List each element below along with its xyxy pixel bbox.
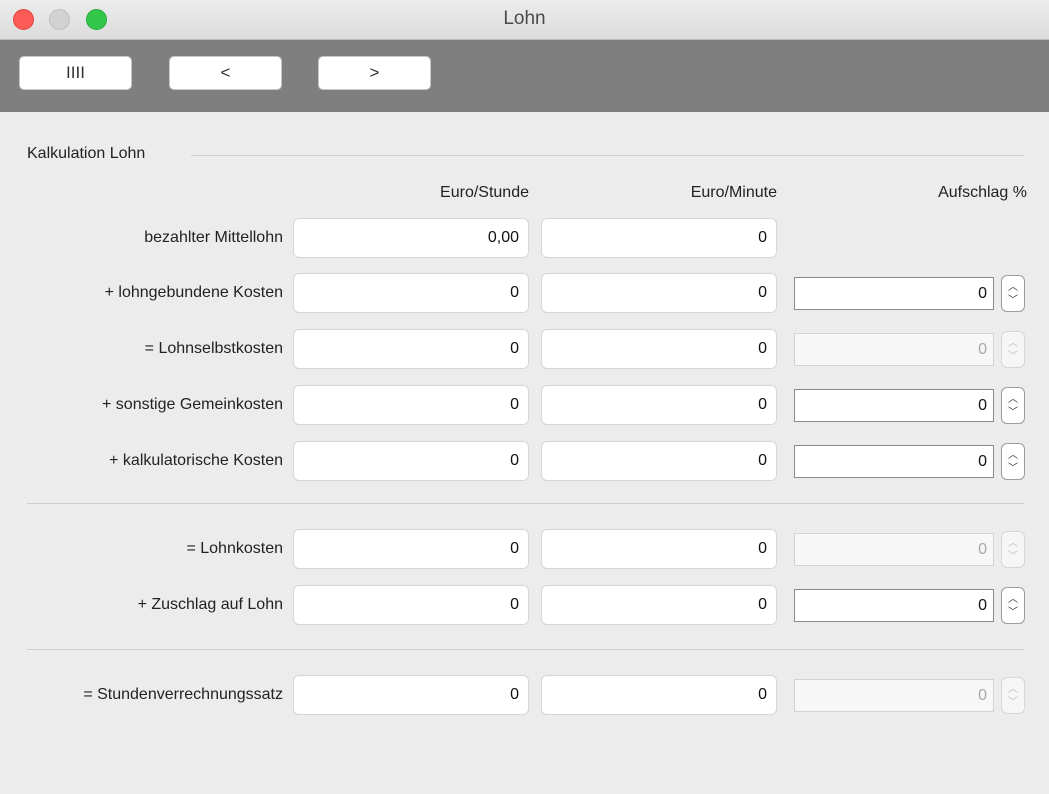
stepper-down-icon: ﹀ [1008, 462, 1018, 474]
lohnselbstkosten-stunde-field[interactable]: 0 [293, 329, 529, 369]
row-label-sonstige-gemeinkosten: + sonstige Gemeinkosten [102, 396, 283, 413]
group-divider [191, 155, 1024, 156]
stundenverrechnungssatz-stunde-field[interactable]: 0 [293, 675, 529, 715]
section-divider [27, 649, 1024, 650]
stepper-up-icon: ︿ [1008, 281, 1018, 293]
row-label-lohnkosten: = Lohnkosten [186, 540, 283, 557]
mittellohn-minute-field[interactable]: 0 [541, 218, 777, 258]
column-header-aufschlag: Aufschlag % [938, 184, 1027, 201]
column-header-euro-minute: Euro/Minute [690, 184, 777, 201]
zuschlag-auf-lohn-aufschlag-field[interactable]: 0 [794, 589, 994, 622]
lohnselbstkosten-stepper: ︿ ﹀ [1001, 331, 1025, 368]
stepper-up-icon: ︿ [1008, 683, 1018, 695]
stepper-up-icon: ︿ [1008, 537, 1018, 549]
stepper-up-icon: ︿ [1008, 337, 1018, 349]
row-label-mittellohn: bezahlter Mittellohn [144, 229, 283, 246]
kalkulatorische-kosten-stepper[interactable]: ︿ ﹀ [1001, 443, 1025, 480]
mittellohn-stunde-field[interactable]: 0,00 [293, 218, 529, 258]
lohn-window: Lohn IIII < > Kalkulation Lohn Euro/Stun… [0, 0, 1049, 794]
lohngebundene-kosten-aufschlag-field[interactable]: 0 [794, 277, 994, 310]
stundenverrechnungssatz-stepper: ︿ ﹀ [1001, 677, 1025, 714]
window-title: Lohn [503, 8, 546, 29]
sonstige-gemeinkosten-aufschlag-field[interactable]: 0 [794, 389, 994, 422]
kalkulatorische-kosten-aufschlag-field[interactable]: 0 [794, 445, 994, 478]
kalkulatorische-kosten-stunde-field[interactable]: 0 [293, 441, 529, 481]
zuschlag-auf-lohn-minute-field[interactable]: 0 [541, 585, 777, 625]
stepper-up-icon: ︿ [1008, 593, 1018, 605]
row-label-zuschlag-auf-lohn: + Zuschlag auf Lohn [137, 596, 283, 613]
group-title: Kalkulation Lohn [27, 145, 146, 162]
kalkulatorische-kosten-minute-field[interactable]: 0 [541, 441, 777, 481]
sonstige-gemeinkosten-stunde-field[interactable]: 0 [293, 385, 529, 425]
stepper-down-icon: ﹀ [1008, 550, 1018, 562]
lohnkosten-aufschlag-field: 0 [794, 533, 994, 566]
row-label-lohnselbstkosten: = Lohnselbstkosten [144, 340, 283, 357]
list-view-button[interactable]: IIII [19, 56, 132, 90]
column-header-euro-stunde: Euro/Stunde [440, 184, 529, 201]
row-label-stundenverrechnungssatz: = Stundenverrechnungssatz [83, 686, 283, 703]
lohngebundene-kosten-stepper[interactable]: ︿ ﹀ [1001, 275, 1025, 312]
stepper-up-icon: ︿ [1008, 393, 1018, 405]
zuschlag-auf-lohn-stepper[interactable]: ︿ ﹀ [1001, 587, 1025, 624]
stepper-down-icon: ﹀ [1008, 406, 1018, 418]
previous-button[interactable]: < [169, 56, 282, 90]
lohnkosten-minute-field[interactable]: 0 [541, 529, 777, 569]
row-label-lohngebundene-kosten: + lohngebundene Kosten [104, 284, 283, 301]
lohnkosten-stepper: ︿ ﹀ [1001, 531, 1025, 568]
zuschlag-auf-lohn-stunde-field[interactable]: 0 [293, 585, 529, 625]
lohnkosten-stunde-field[interactable]: 0 [293, 529, 529, 569]
stepper-down-icon: ﹀ [1008, 294, 1018, 306]
section-divider [27, 503, 1024, 504]
lohnselbstkosten-minute-field[interactable]: 0 [541, 329, 777, 369]
lohnselbstkosten-aufschlag-field: 0 [794, 333, 994, 366]
stepper-up-icon: ︿ [1008, 449, 1018, 461]
row-label-kalkulatorische-kosten: + kalkulatorische Kosten [109, 452, 283, 469]
lohngebundene-kosten-minute-field[interactable]: 0 [541, 273, 777, 313]
stepper-down-icon: ﹀ [1008, 606, 1018, 618]
stepper-down-icon: ﹀ [1008, 350, 1018, 362]
sonstige-gemeinkosten-minute-field[interactable]: 0 [541, 385, 777, 425]
lohngebundene-kosten-stunde-field[interactable]: 0 [293, 273, 529, 313]
toolbar: IIII < > [0, 40, 1049, 112]
sonstige-gemeinkosten-stepper[interactable]: ︿ ﹀ [1001, 387, 1025, 424]
stepper-down-icon: ﹀ [1008, 696, 1018, 708]
next-button[interactable]: > [318, 56, 431, 90]
title-bar: Lohn [0, 0, 1049, 40]
stundenverrechnungssatz-aufschlag-field: 0 [794, 679, 994, 712]
stundenverrechnungssatz-minute-field[interactable]: 0 [541, 675, 777, 715]
